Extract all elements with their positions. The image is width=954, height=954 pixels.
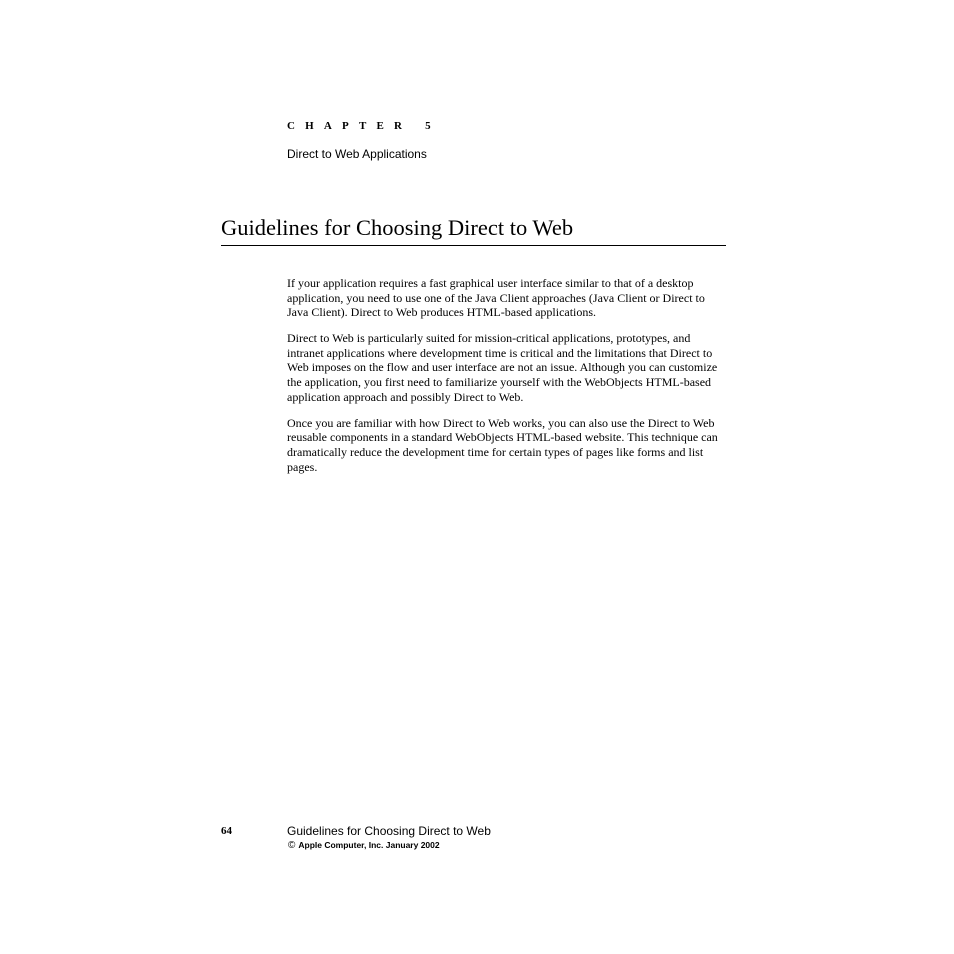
paragraph: Once you are familiar with how Direct to… bbox=[287, 415, 718, 474]
chapter-label: CHAPTER 5 bbox=[287, 120, 441, 132]
paragraph: If your application requires a fast grap… bbox=[287, 276, 705, 320]
paragraph: Direct to Web is particularly suited for… bbox=[287, 331, 718, 404]
footer-title: Guidelines for Choosing Direct to Web bbox=[287, 824, 491, 838]
page-number: 64 bbox=[221, 825, 232, 837]
section-body: If your application requires a fast grap… bbox=[287, 276, 727, 486]
section-heading: Guidelines for Choosing Direct to Web bbox=[221, 214, 726, 246]
copyright-icon: © bbox=[288, 840, 296, 851]
chapter-title: Direct to Web Applications bbox=[287, 147, 427, 161]
footer-copyright: © Apple Computer, Inc. January 2002 bbox=[288, 840, 440, 851]
copyright-text: Apple Computer, Inc. January 2002 bbox=[298, 840, 440, 850]
